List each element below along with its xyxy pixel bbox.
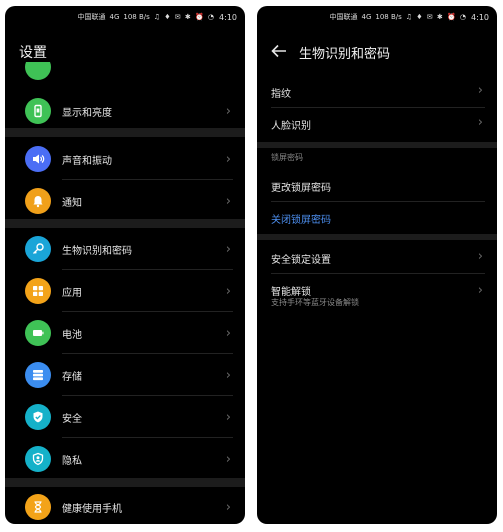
fingerprint-label: 指纹 [271, 89, 291, 100]
fingerprint-item[interactable]: 指纹 › [257, 76, 497, 108]
network-label: 4G [109, 13, 120, 21]
settings-item-display[interactable]: 显示和亮度 › [5, 90, 245, 132]
chevron-right-icon: › [477, 283, 483, 298]
speed-label: 108 B/s [123, 13, 150, 21]
settings-item-privacy[interactable]: 隐私 › [5, 438, 245, 480]
hourglass-icon [25, 494, 51, 520]
chevron-right-icon: › [225, 283, 231, 299]
chevron-right-icon: › [225, 193, 231, 209]
face-recognition-item[interactable]: 人脸识别 › [257, 108, 497, 140]
display-icon [25, 98, 51, 124]
settings-item-label: 应用 [62, 287, 82, 299]
settings-item-notifications[interactable]: 通知 › [5, 180, 245, 222]
chevron-right-icon: › [225, 499, 231, 515]
security-lock-settings-item[interactable]: 安全锁定设置 › [257, 242, 497, 274]
chevron-right-icon: › [225, 367, 231, 383]
chevron-right-icon: › [225, 151, 231, 167]
disable-lock-password-item[interactable]: 关闭锁屏密码 [257, 202, 497, 234]
settings-item-label: 生物识别和密码 [62, 245, 132, 257]
chevron-right-icon: › [225, 409, 231, 425]
page-title: 生物识别和密码 [299, 47, 391, 62]
settings-item-label: 安全 [62, 413, 82, 425]
settings-item-storage[interactable]: 存储 › [5, 354, 245, 396]
chevron-right-icon: › [225, 325, 231, 341]
carrier-label: 中国联通 [329, 13, 358, 21]
smart-unlock-label: 智能解锁 [271, 287, 311, 298]
battery-icon [25, 320, 51, 346]
face-recognition-label: 人脸识别 [271, 121, 311, 132]
settings-item-biometrics[interactable]: 生物识别和密码 › [5, 228, 245, 270]
settings-screen: 中国联通 4G 108 B/s ♫ ♦ ✉ ✱ ⏰ ◔ 4:10 设置 显示和亮… [5, 6, 245, 524]
clock: 4:10 [471, 12, 489, 22]
speed-label: 108 B/s [375, 13, 402, 21]
scrolled-item-icon [25, 62, 51, 82]
sound-icon [25, 146, 51, 172]
storage-icon [25, 362, 51, 388]
clock: 4:10 [219, 12, 237, 22]
settings-item-label: 健康使用手机 [62, 503, 122, 515]
settings-item-label: 声音和振动 [62, 155, 112, 167]
page-title: 设置 [19, 45, 47, 61]
settings-item-security[interactable]: 安全 › [5, 396, 245, 438]
chevron-right-icon: › [477, 115, 483, 130]
disable-lock-password-label: 关闭锁屏密码 [271, 215, 331, 226]
settings-item-label: 存储 [62, 371, 82, 383]
key-icon [25, 236, 51, 262]
smart-unlock-subtitle: 支持手环等蓝牙设备解锁 [271, 298, 359, 307]
settings-item-label: 电池 [62, 329, 82, 341]
section-divider [5, 219, 245, 228]
biometrics-screen: 中国联通 4G 108 B/s ♫ ♦ ✉ ✱ ⏰ ◔ 4:10 生物识别和密码… [257, 6, 497, 524]
apps-icon [25, 278, 51, 304]
status-bar: 中国联通 4G 108 B/s ♫ ♦ ✉ ✱ ⏰ ◔ 4:10 [5, 6, 245, 28]
change-lock-password-label: 更改锁屏密码 [271, 183, 331, 194]
status-bar: 中国联通 4G 108 B/s ♫ ♦ ✉ ✱ ⏰ ◔ 4:10 [257, 6, 497, 28]
settings-item-sound[interactable]: 声音和振动 › [5, 138, 245, 180]
section-divider [5, 128, 245, 137]
settings-item-apps[interactable]: 应用 › [5, 270, 245, 312]
smart-unlock-item[interactable]: 智能解锁 支持手环等蓝牙设备解锁 › [257, 274, 497, 312]
settings-item-label: 通知 [62, 197, 82, 209]
network-label: 4G [361, 13, 372, 21]
security-lock-settings-label: 安全锁定设置 [271, 255, 331, 266]
chevron-right-icon: › [225, 241, 231, 257]
settings-item-label: 隐私 [62, 455, 82, 467]
settings-item-label: 显示和亮度 [62, 107, 112, 119]
section-divider [257, 234, 497, 240]
change-lock-password-item[interactable]: 更改锁屏密码 [257, 170, 497, 202]
chevron-right-icon: › [225, 103, 231, 119]
carrier-label: 中国联通 [77, 13, 106, 21]
bell-icon [25, 188, 51, 214]
privacy-icon [25, 446, 51, 472]
status-icons: ♫ ♦ ✉ ✱ ⏰ ◔ [153, 13, 216, 21]
back-arrow-icon[interactable] [271, 44, 287, 58]
chevron-right-icon: › [225, 451, 231, 467]
settings-item-wellbeing[interactable]: 健康使用手机 › [5, 486, 245, 524]
chevron-right-icon: › [477, 249, 483, 264]
chevron-right-icon: › [477, 83, 483, 98]
shield-icon [25, 404, 51, 430]
settings-item-battery[interactable]: 电池 › [5, 312, 245, 354]
section-header-lock: 锁屏密码 [271, 153, 303, 162]
section-divider [257, 142, 497, 148]
status-icons: ♫ ♦ ✉ ✱ ⏰ ◔ [405, 13, 468, 21]
